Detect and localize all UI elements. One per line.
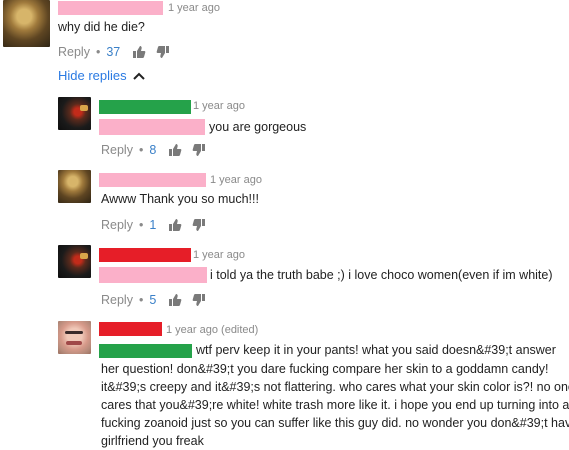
comment-text-first-line: wtf perv keep it in your pants! what you… — [196, 343, 556, 357]
redacted-username — [58, 1, 163, 15]
thumbs-down-icon[interactable] — [156, 45, 170, 59]
separator-dot: • — [138, 143, 144, 157]
comment-actions: Reply • 37 — [58, 45, 180, 59]
redacted-mention — [99, 267, 207, 283]
avatar[interactable] — [58, 321, 91, 354]
redacted-username — [99, 173, 206, 187]
comment-timestamp: 1 year ago — [193, 100, 245, 112]
separator-dot: • — [138, 218, 144, 232]
comment-text: Awww Thank you so much!!! — [101, 192, 259, 206]
like-count: 5 — [149, 293, 157, 307]
comment-text: i told ya the truth babe ;) i love choco… — [210, 268, 553, 282]
like-count: 8 — [149, 143, 157, 157]
hide-replies-label: Hide replies — [58, 68, 127, 83]
avatar[interactable] — [58, 170, 91, 203]
reply-button[interactable]: Reply — [58, 45, 90, 59]
redacted-username — [99, 248, 191, 262]
comment-timestamp: 1 year ago (edited) — [166, 324, 259, 336]
reply-button[interactable]: Reply — [101, 293, 133, 307]
comment-timestamp: 1 year ago — [168, 2, 220, 14]
thumbs-up-icon[interactable] — [132, 45, 146, 59]
thumbs-up-icon[interactable] — [168, 143, 182, 157]
redacted-username — [99, 322, 162, 336]
hide-replies-button[interactable]: Hide replies — [58, 68, 145, 83]
separator-dot: • — [138, 293, 144, 307]
like-count: 1 — [149, 218, 157, 232]
redacted-username — [99, 100, 191, 114]
comment-timestamp: 1 year ago — [210, 174, 262, 186]
reply-button[interactable]: Reply — [101, 218, 133, 232]
thumbs-down-icon[interactable] — [192, 218, 206, 232]
reply-button[interactable]: Reply — [101, 143, 133, 157]
thumbs-up-icon[interactable] — [168, 293, 182, 307]
comment-actions: Reply • 8 — [101, 143, 216, 157]
comment-timestamp: 1 year ago — [193, 249, 245, 261]
separator-dot: • — [95, 45, 101, 59]
avatar[interactable] — [58, 97, 91, 130]
comment-text: her question! don&#39;t you dare fucking… — [101, 362, 569, 448]
chevron-up-icon — [132, 72, 145, 80]
thumbs-down-icon[interactable] — [192, 293, 206, 307]
redacted-mention — [99, 119, 205, 135]
comment-text: you are gorgeous — [209, 120, 307, 134]
avatar[interactable] — [3, 0, 50, 47]
redacted-mention — [99, 344, 192, 358]
thumbs-down-icon[interactable] — [192, 143, 206, 157]
comment-text: why did he die? — [58, 20, 145, 34]
like-count: 37 — [106, 45, 121, 59]
avatar[interactable] — [58, 245, 91, 278]
comment-actions: Reply • 5 — [101, 293, 216, 307]
comment-actions: Reply • 1 — [101, 218, 216, 232]
thumbs-up-icon[interactable] — [168, 218, 182, 232]
